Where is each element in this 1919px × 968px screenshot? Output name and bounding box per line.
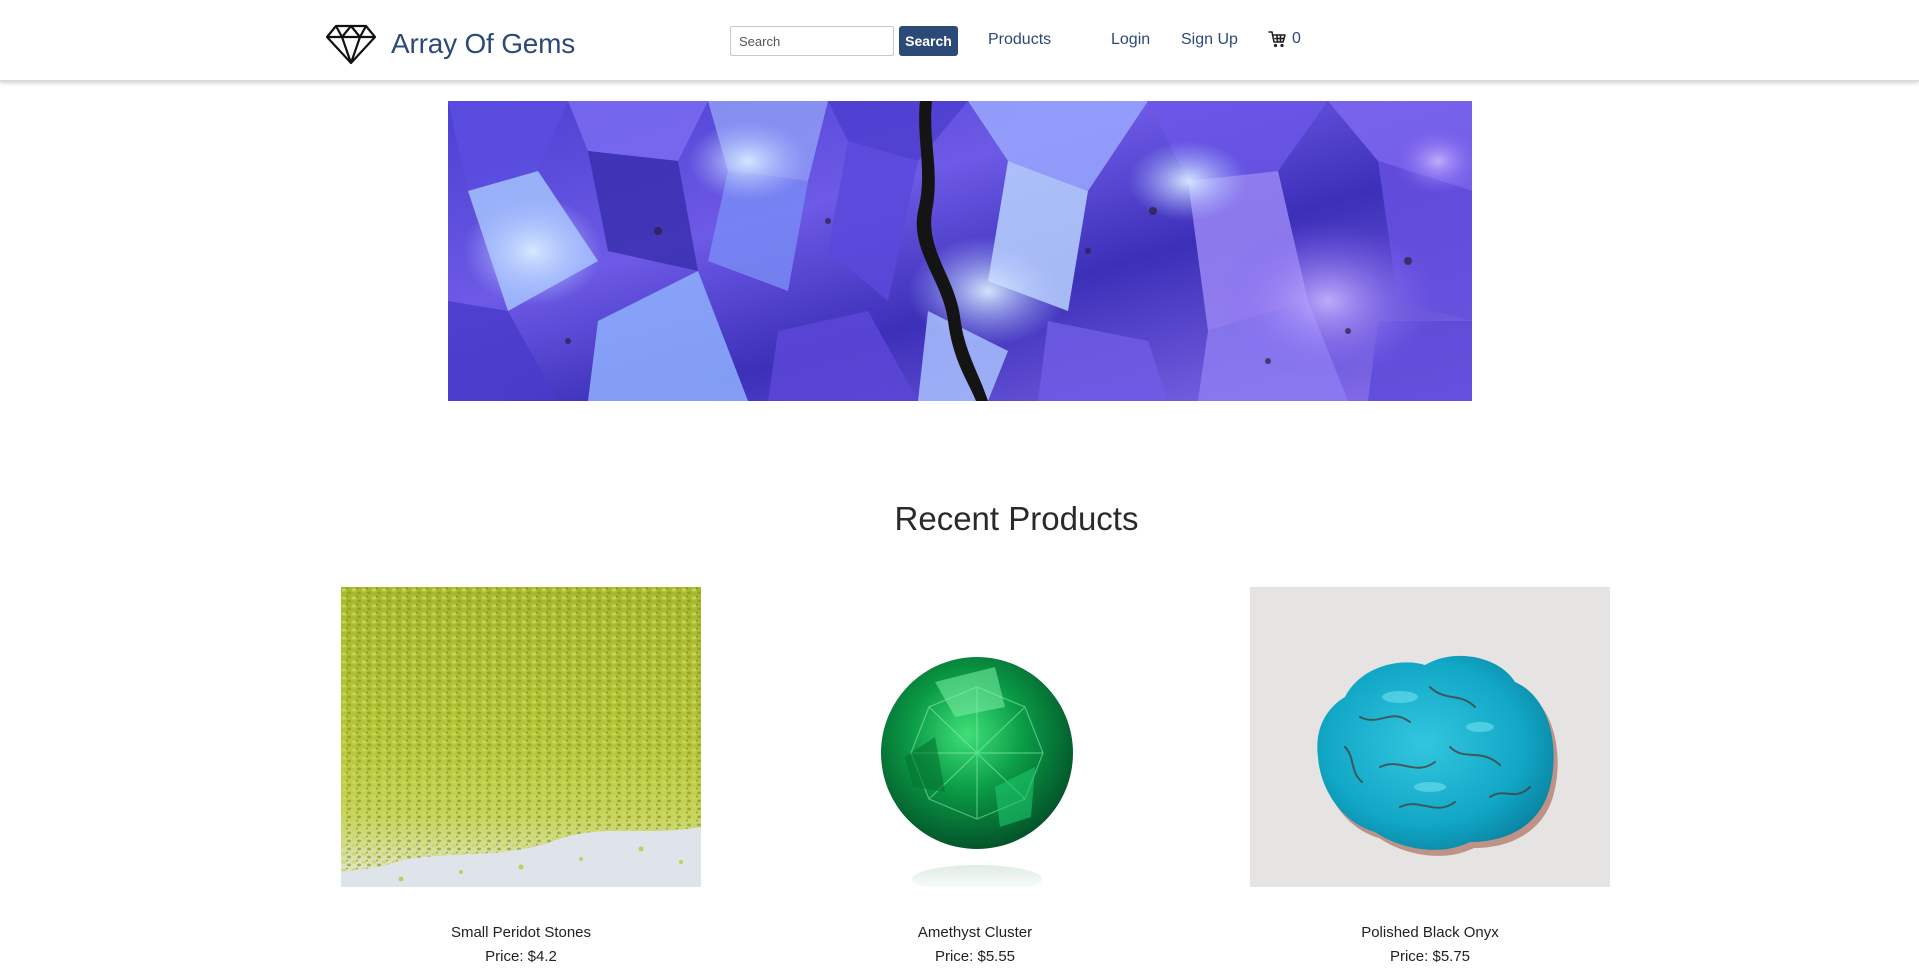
search-input[interactable] [730, 26, 894, 56]
crystal-banner-image [448, 101, 1472, 401]
nav-login-link[interactable]: Login [1111, 30, 1150, 50]
nav-signup-link[interactable]: Sign Up [1181, 30, 1238, 50]
section-title: Recent Products [894, 500, 1139, 537]
brand-name: Array Of Gems [391, 28, 576, 59]
product-card: Polished Black Onyx Price: $5.75 [1250, 587, 1610, 967]
cart-link[interactable]: 0 [1268, 29, 1301, 49]
product-image[interactable] [795, 587, 1155, 887]
product-price: Price: $4.2 [485, 948, 557, 965]
product-name[interactable]: Polished Black Onyx [1250, 923, 1610, 943]
brand-link[interactable]: Array Of Gems [325, 22, 575, 66]
product-image[interactable] [1250, 587, 1610, 887]
navbar: Array Of Gems Search Products Login Sign… [0, 0, 1919, 81]
cart-count: 0 [1292, 30, 1301, 47]
product-card: Small Peridot Stones Price: $4.2 [341, 587, 701, 967]
product-name[interactable]: Small Peridot Stones [341, 923, 701, 943]
search-button[interactable]: Search [899, 26, 958, 56]
nav-products-link[interactable]: Products [988, 30, 1051, 50]
product-image[interactable] [341, 587, 701, 887]
product-price: Price: $5.55 [934, 948, 1016, 965]
product-price: Price: $5.75 [1389, 948, 1471, 965]
diamond-icon [325, 24, 377, 65]
shopping-cart-icon [1268, 31, 1286, 48]
product-name[interactable]: Amethyst Cluster [795, 923, 1155, 943]
product-card: Amethyst Cluster Price: $5.55 [795, 587, 1155, 967]
